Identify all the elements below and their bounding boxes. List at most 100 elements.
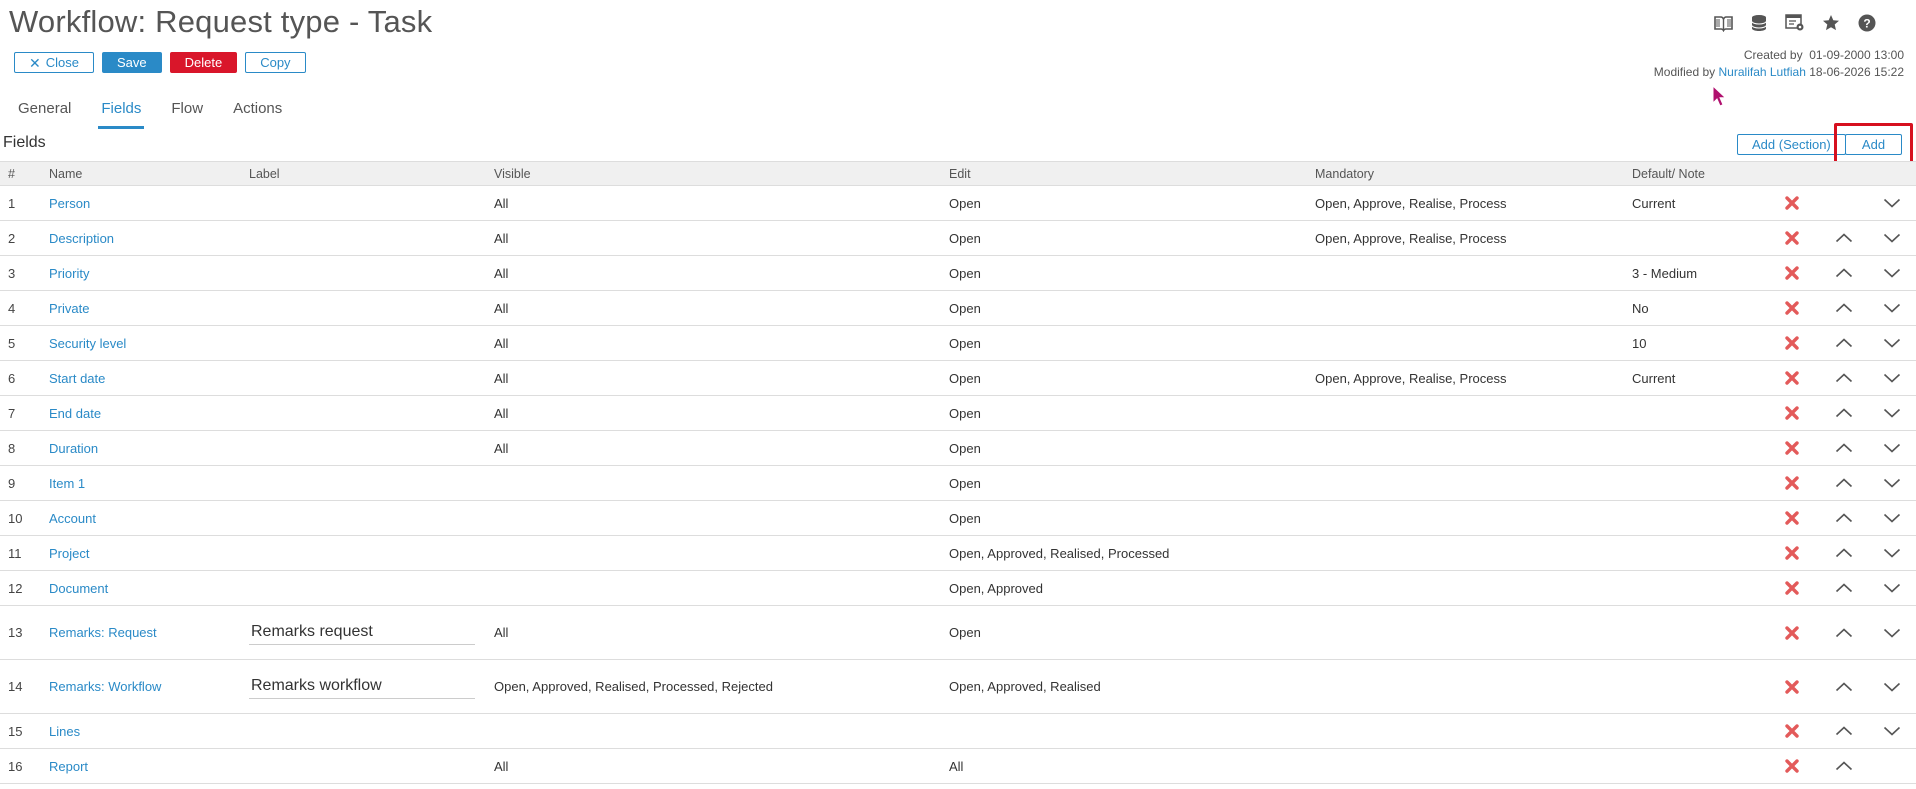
delete-icon[interactable] <box>1781 262 1803 284</box>
col-mandatory[interactable]: Mandatory <box>1307 161 1624 186</box>
field-name-link[interactable]: Report <box>49 759 88 774</box>
delete-icon[interactable] <box>1781 402 1803 424</box>
move-up-icon[interactable] <box>1833 720 1855 742</box>
field-name-link[interactable]: Project <box>49 546 89 561</box>
field-name-link[interactable]: Start date <box>49 371 105 386</box>
delete-icon[interactable] <box>1781 755 1803 777</box>
field-name-link[interactable]: End date <box>49 406 101 421</box>
tab-actions[interactable]: Actions <box>233 98 282 129</box>
help-icon[interactable]: ? <box>1856 12 1878 34</box>
tab-fields[interactable]: Fields <box>98 98 145 129</box>
move-up-icon[interactable] <box>1833 402 1855 424</box>
field-name-link[interactable]: Account <box>49 511 96 526</box>
move-down-icon[interactable] <box>1881 227 1903 249</box>
move-down-icon[interactable] <box>1881 720 1903 742</box>
delete-button[interactable]: Delete <box>169 52 238 73</box>
move-down-icon[interactable] <box>1881 402 1903 424</box>
delete-icon[interactable] <box>1781 227 1803 249</box>
field-label-input[interactable] <box>249 620 475 645</box>
database-icon[interactable] <box>1748 12 1770 34</box>
move-down-icon[interactable] <box>1881 472 1903 494</box>
delete-icon[interactable] <box>1781 332 1803 354</box>
move-down-cell <box>1868 430 1916 466</box>
field-name-link[interactable]: Remarks: Request <box>49 625 157 640</box>
move-up-icon[interactable] <box>1833 227 1855 249</box>
delete-icon[interactable] <box>1781 720 1803 742</box>
field-name-link[interactable]: Document <box>49 581 108 596</box>
delete-icon[interactable] <box>1781 577 1803 599</box>
move-up-icon[interactable] <box>1833 332 1855 354</box>
move-down-icon[interactable] <box>1881 676 1903 698</box>
field-name-link[interactable]: Person <box>49 196 90 211</box>
move-down-icon[interactable] <box>1881 437 1903 459</box>
col-default-note[interactable]: Default/ Note <box>1624 161 1764 186</box>
field-name-cell: Item 1 <box>41 465 241 501</box>
delete-icon[interactable] <box>1781 437 1803 459</box>
save-button[interactable]: Save <box>101 52 162 73</box>
field-name-link[interactable]: Remarks: Workflow <box>49 679 161 694</box>
move-up-icon[interactable] <box>1833 755 1855 777</box>
col-name[interactable]: Name <box>41 161 241 186</box>
move-up-icon[interactable] <box>1833 472 1855 494</box>
move-down-icon[interactable] <box>1881 262 1903 284</box>
move-down-icon[interactable] <box>1881 622 1903 644</box>
table-row: 4 Private All Open No <box>0 290 1916 326</box>
delete-icon[interactable] <box>1781 542 1803 564</box>
move-up-icon[interactable] <box>1833 262 1855 284</box>
field-name-link[interactable]: Security level <box>49 336 126 351</box>
book-icon[interactable] <box>1712 12 1734 34</box>
move-up-icon[interactable] <box>1833 542 1855 564</box>
move-up-icon[interactable] <box>1833 676 1855 698</box>
delete-icon[interactable] <box>1781 472 1803 494</box>
move-down-icon[interactable] <box>1881 192 1903 214</box>
field-visible <box>486 535 941 571</box>
col-edit[interactable]: Edit <box>941 161 1307 186</box>
page-title: Workflow: Request type - Task <box>9 4 433 39</box>
field-name-link[interactable]: Item 1 <box>49 476 85 491</box>
move-down-icon[interactable] <box>1881 577 1903 599</box>
move-up-icon[interactable] <box>1833 507 1855 529</box>
star-icon[interactable] <box>1820 12 1842 34</box>
settings-window-icon[interactable] <box>1784 12 1806 34</box>
close-button[interactable]: ✕ Close <box>14 52 94 73</box>
row-number: 3 <box>0 255 41 291</box>
delete-cell <box>1764 713 1820 749</box>
delete-icon[interactable] <box>1781 192 1803 214</box>
move-down-cell <box>1868 535 1916 571</box>
delete-cell <box>1764 535 1820 571</box>
field-name-link[interactable]: Private <box>49 301 89 316</box>
row-number: 10 <box>0 500 41 536</box>
move-up-icon[interactable] <box>1833 622 1855 644</box>
modified-user-link[interactable]: Nuralifah Lutfiah <box>1719 65 1806 79</box>
delete-icon[interactable] <box>1781 507 1803 529</box>
table-row: 11 Project Open, Approved, Realised, Proce… <box>0 535 1916 571</box>
field-name-link[interactable]: Lines <box>49 724 80 739</box>
col-label[interactable]: Label <box>241 161 486 186</box>
move-down-icon[interactable] <box>1881 542 1903 564</box>
field-name-link[interactable]: Duration <box>49 441 98 456</box>
add-button[interactable]: Add <box>1844 134 1903 155</box>
delete-icon[interactable] <box>1781 676 1803 698</box>
field-default-note <box>1624 605 1764 660</box>
field-name-link[interactable]: Description <box>49 231 114 246</box>
move-down-icon[interactable] <box>1881 332 1903 354</box>
delete-icon[interactable] <box>1781 367 1803 389</box>
field-name-link[interactable]: Priority <box>49 266 89 281</box>
move-down-icon[interactable] <box>1881 507 1903 529</box>
delete-icon[interactable] <box>1781 297 1803 319</box>
move-down-icon[interactable] <box>1881 297 1903 319</box>
move-up-icon[interactable] <box>1833 437 1855 459</box>
move-up-icon[interactable] <box>1833 577 1855 599</box>
move-up-icon[interactable] <box>1833 367 1855 389</box>
move-down-icon[interactable] <box>1881 367 1903 389</box>
table-row: 13 Remarks: Request AllOpen <box>0 605 1916 660</box>
add-section-button[interactable]: Add (Section) <box>1737 134 1846 155</box>
tab-general[interactable]: General <box>18 98 71 129</box>
delete-icon[interactable] <box>1781 622 1803 644</box>
col-visible[interactable]: Visible <box>486 161 941 186</box>
move-up-icon[interactable] <box>1833 297 1855 319</box>
tab-flow[interactable]: Flow <box>171 98 203 129</box>
field-label-input[interactable] <box>249 674 475 699</box>
field-label-cell <box>241 255 486 291</box>
copy-button[interactable]: Copy <box>245 52 306 73</box>
